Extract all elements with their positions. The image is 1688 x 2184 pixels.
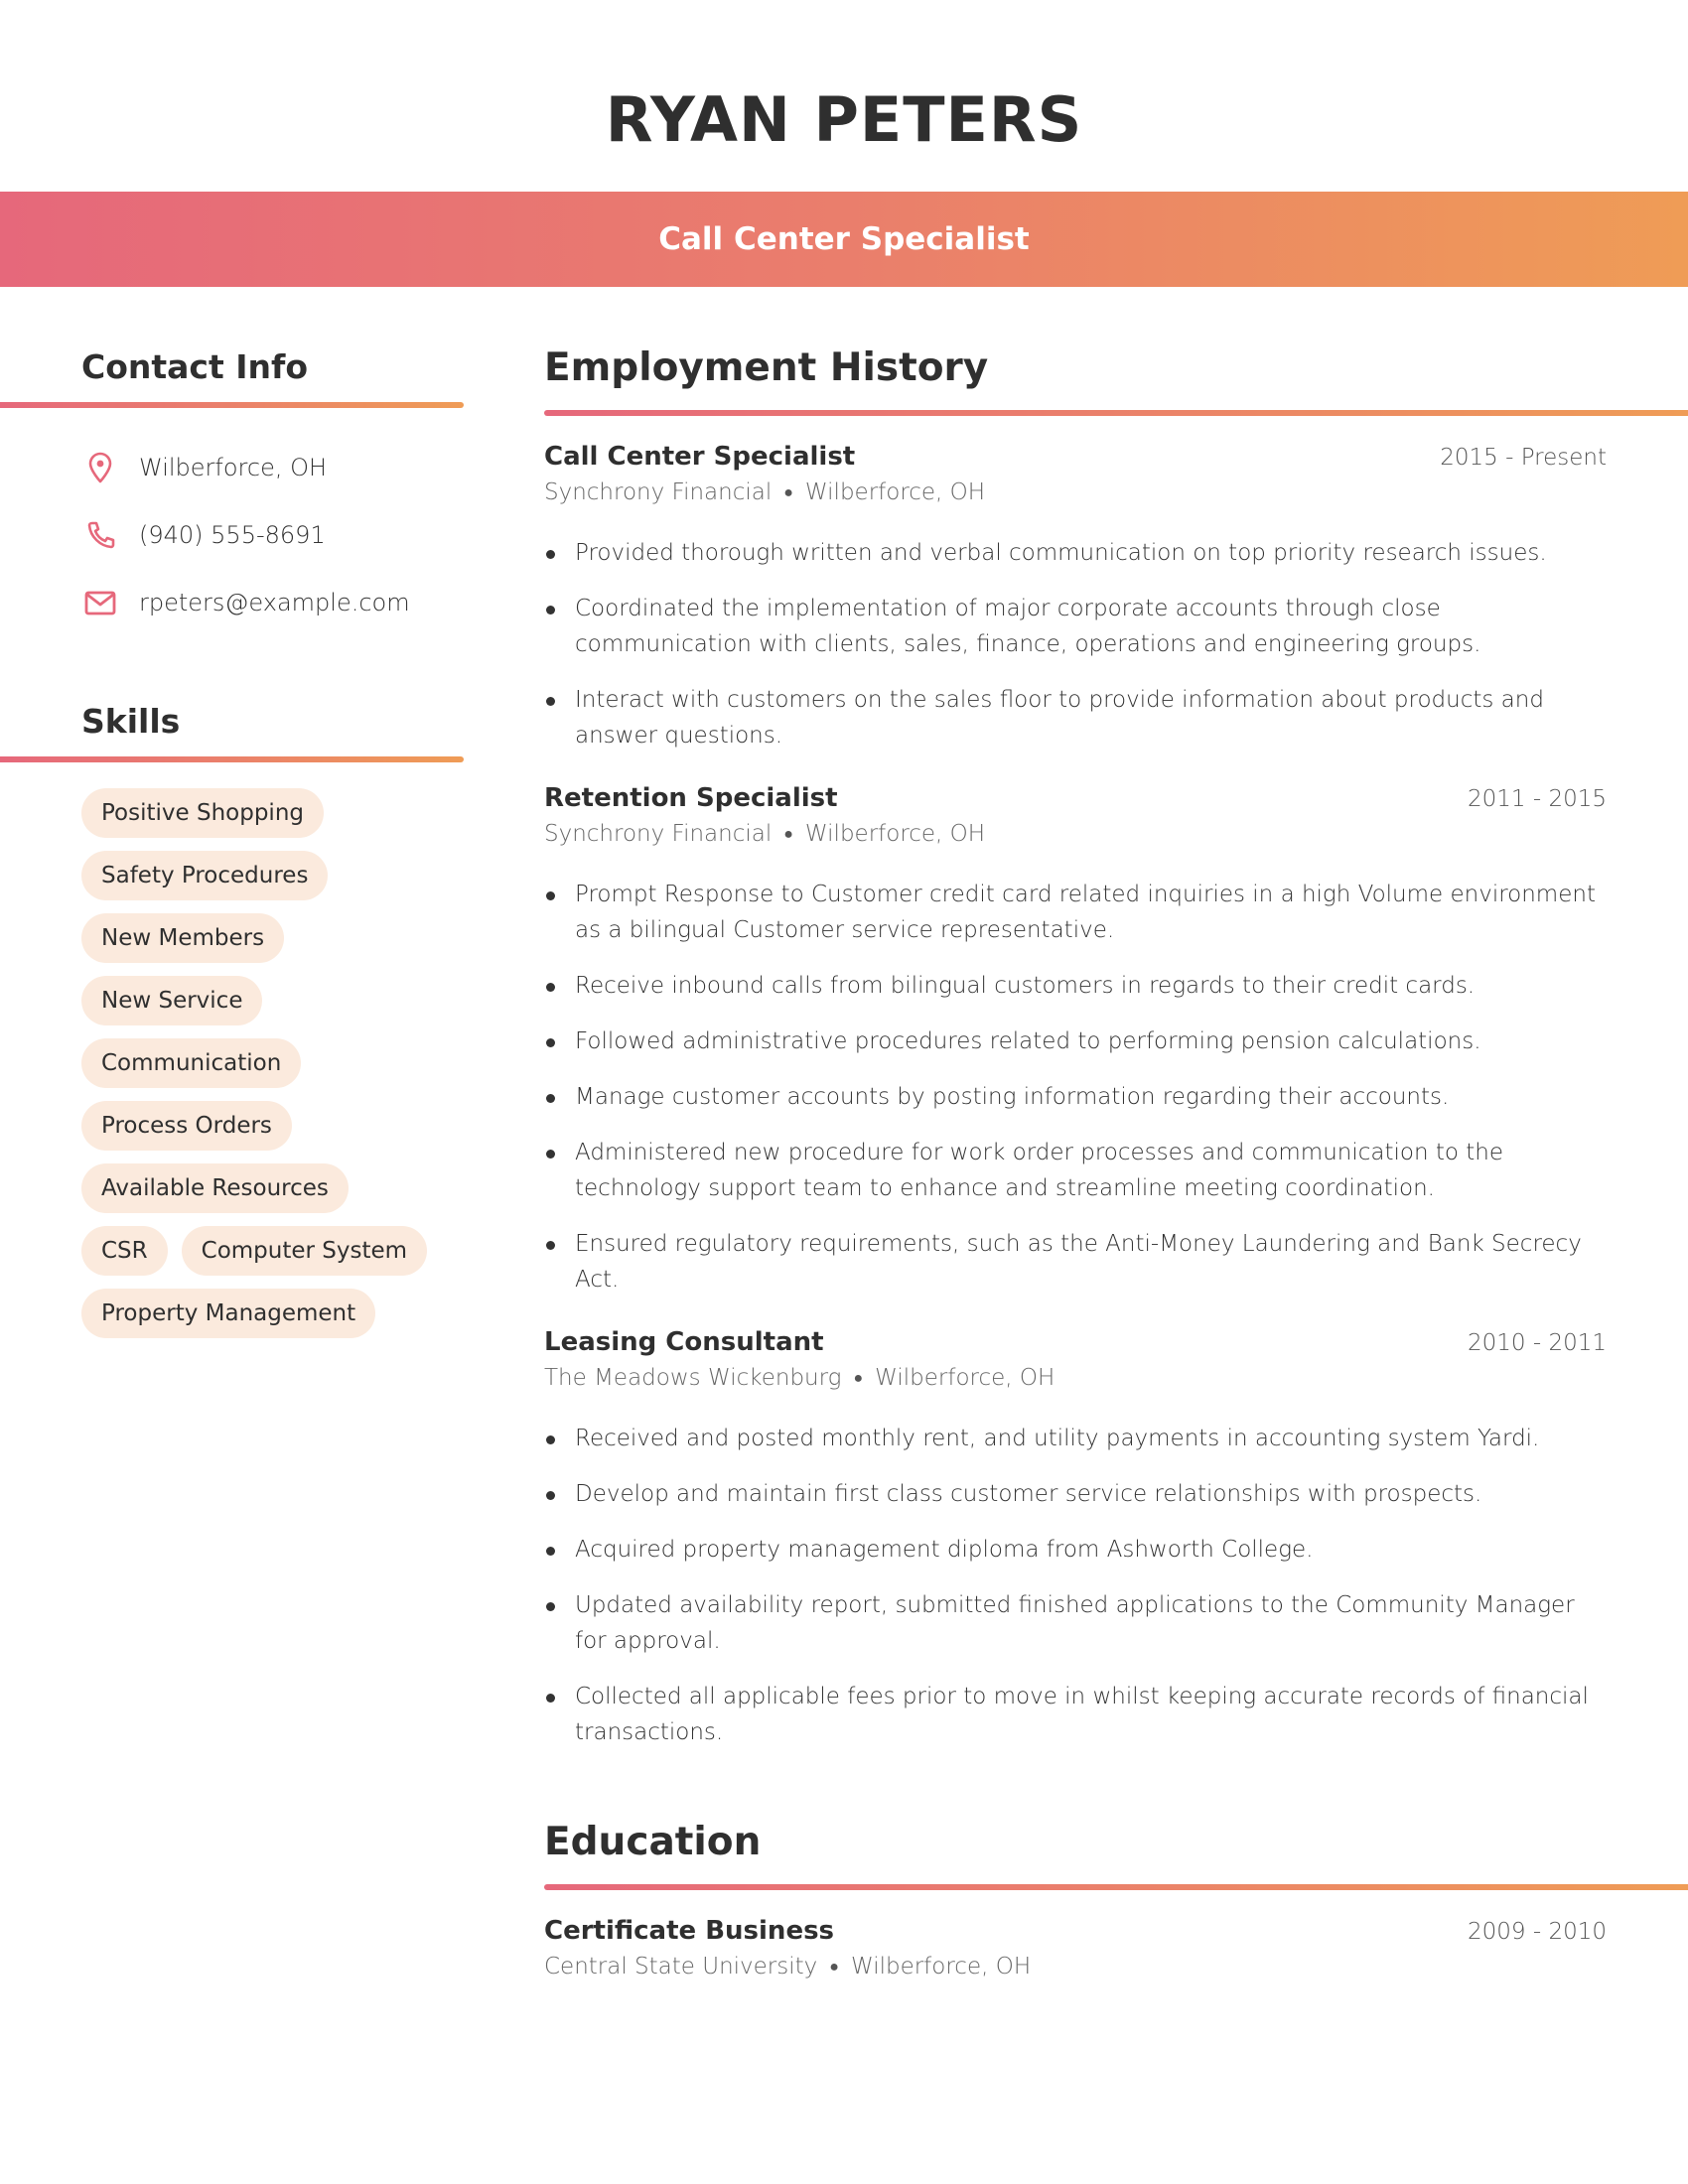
contact-phone: (940) 555-8691	[0, 501, 464, 569]
job-bullet: Manage customer accounts by posting info…	[544, 1079, 1607, 1115]
candidate-name: RYAN PETERS	[605, 83, 1083, 156]
separator-dot: ●	[829, 1957, 839, 1976]
job-bullets: Provided thorough written and verbal com…	[544, 535, 1607, 753]
job-dates: 2010 - 2011	[1468, 1330, 1607, 1356]
map-pin-icon	[83, 451, 117, 484]
job-bullet: Received and posted monthly rent, and ut…	[544, 1421, 1607, 1456]
job-title: Call Center Specialist	[544, 442, 856, 472]
job-company: Synchrony Financial	[544, 821, 773, 847]
employment-divider	[544, 410, 1688, 416]
job-company-location: The Meadows Wickenburg ● Wilberforce, OH	[544, 1365, 1607, 1391]
skills-section: Skills Positive Shopping Safety Procedur…	[0, 702, 464, 1351]
job-bullet: Receive inbound calls from bilingual cus…	[544, 968, 1607, 1004]
contact-location: Wilberforce, OH	[0, 434, 464, 501]
education-divider	[544, 1884, 1688, 1890]
job-entry: Leasing Consultant 2010 - 2011 The Meado…	[544, 1327, 1607, 1750]
job-bullets: Received and posted monthly rent, and ut…	[544, 1421, 1607, 1750]
contact-divider	[0, 402, 464, 408]
education-heading: Education	[544, 1820, 762, 1864]
job-bullet: Develop and maintain first class custome…	[544, 1476, 1607, 1512]
job-bullet: Interact with customers on the sales flo…	[544, 682, 1607, 753]
sidebar: Contact Info Wilberforce, OH (940) 555-8…	[0, 347, 464, 1351]
job-entry: Retention Specialist 2011 - 2015 Synchro…	[544, 783, 1607, 1297]
job-title-banner: Call Center Specialist	[0, 192, 1688, 287]
job-location: Wilberforce, OH	[804, 821, 986, 847]
job-bullet: Followed administrative procedures relat…	[544, 1024, 1607, 1059]
job-bullets: Prompt Response to Customer credit card …	[544, 877, 1607, 1297]
phone-icon	[83, 518, 117, 552]
separator-dot: ●	[783, 482, 793, 501]
education-location: Wilberforce, OH	[850, 1954, 1032, 1979]
skill-chip: New Service	[81, 976, 263, 1025]
contact-location-text: Wilberforce, OH	[139, 454, 328, 481]
job-bullet: Prompt Response to Customer credit card …	[544, 877, 1607, 948]
job-company: The Meadows Wickenburg	[544, 1365, 842, 1391]
education-entry: Certificate Business 2009 - 2010 Central…	[544, 1916, 1607, 1979]
job-bullet: Coordinated the implementation of major …	[544, 591, 1607, 662]
contact-heading: Contact Info	[81, 347, 309, 386]
contact-phone-text: (940) 555-8691	[139, 521, 326, 549]
mail-icon	[83, 586, 117, 619]
skills-heading: Skills	[81, 702, 181, 741]
skill-chip: Process Orders	[81, 1101, 292, 1151]
skill-chip: New Members	[81, 913, 285, 963]
education-school: Central State University	[544, 1954, 818, 1979]
skill-chip: Positive Shopping	[81, 788, 324, 838]
education-school-location: Central State University ● Wilberforce, OH	[544, 1954, 1607, 1979]
job-location: Wilberforce, OH	[804, 479, 986, 505]
skill-chip: Property Management	[81, 1289, 376, 1338]
skill-chip: Safety Procedures	[81, 851, 329, 900]
separator-dot: ●	[853, 1368, 864, 1387]
job-bullet: Ensured regulatory requirements, such as…	[544, 1226, 1607, 1297]
education-section: Education Certificate Business 2009 - 20…	[544, 1820, 1688, 1979]
skills-list: Positive Shopping Safety Procedures New …	[0, 788, 459, 1351]
job-dates: 2015 - Present	[1440, 445, 1607, 471]
job-title: Retention Specialist	[544, 783, 838, 813]
education-degree: Certificate Business	[544, 1916, 835, 1946]
contact-email-text[interactable]: rpeters@example.com	[139, 589, 410, 616]
banner-job-title: Call Center Specialist	[658, 221, 1030, 257]
skill-chip: Available Resources	[81, 1163, 349, 1213]
separator-dot: ●	[783, 824, 793, 843]
employment-section: Employment History Call Center Specialis…	[544, 345, 1688, 1750]
education-dates: 2009 - 2010	[1468, 1919, 1607, 1945]
skills-divider	[0, 756, 464, 762]
job-location: Wilberforce, OH	[875, 1365, 1055, 1391]
job-bullet: Updated availability report, submitted f…	[544, 1587, 1607, 1659]
job-bullet: Acquired property management diploma fro…	[544, 1532, 1607, 1568]
job-bullet: Administered new procedure for work orde…	[544, 1135, 1607, 1206]
contact-section: Contact Info Wilberforce, OH (940) 555-8…	[0, 347, 464, 636]
main-content: Employment History Call Center Specialis…	[544, 345, 1688, 1979]
job-bullet: Provided thorough written and verbal com…	[544, 535, 1607, 571]
job-company-location: Synchrony Financial ● Wilberforce, OH	[544, 479, 1607, 505]
contact-email: rpeters@example.com	[0, 569, 464, 636]
employment-heading: Employment History	[544, 345, 989, 390]
job-entry: Call Center Specialist 2015 - Present Sy…	[544, 442, 1607, 753]
skill-chip: CSR	[81, 1226, 168, 1276]
job-dates: 2011 - 2015	[1468, 786, 1607, 812]
skill-chip: Computer System	[181, 1226, 428, 1276]
job-company-location: Synchrony Financial ● Wilberforce, OH	[544, 821, 1607, 847]
skill-chip: Communication	[81, 1038, 302, 1088]
contact-list: Wilberforce, OH (940) 555-8691 rpeters@e…	[0, 434, 464, 636]
job-title: Leasing Consultant	[544, 1327, 824, 1357]
job-bullet: Collected all applicable fees prior to m…	[544, 1679, 1607, 1750]
job-company: Synchrony Financial	[544, 479, 773, 505]
